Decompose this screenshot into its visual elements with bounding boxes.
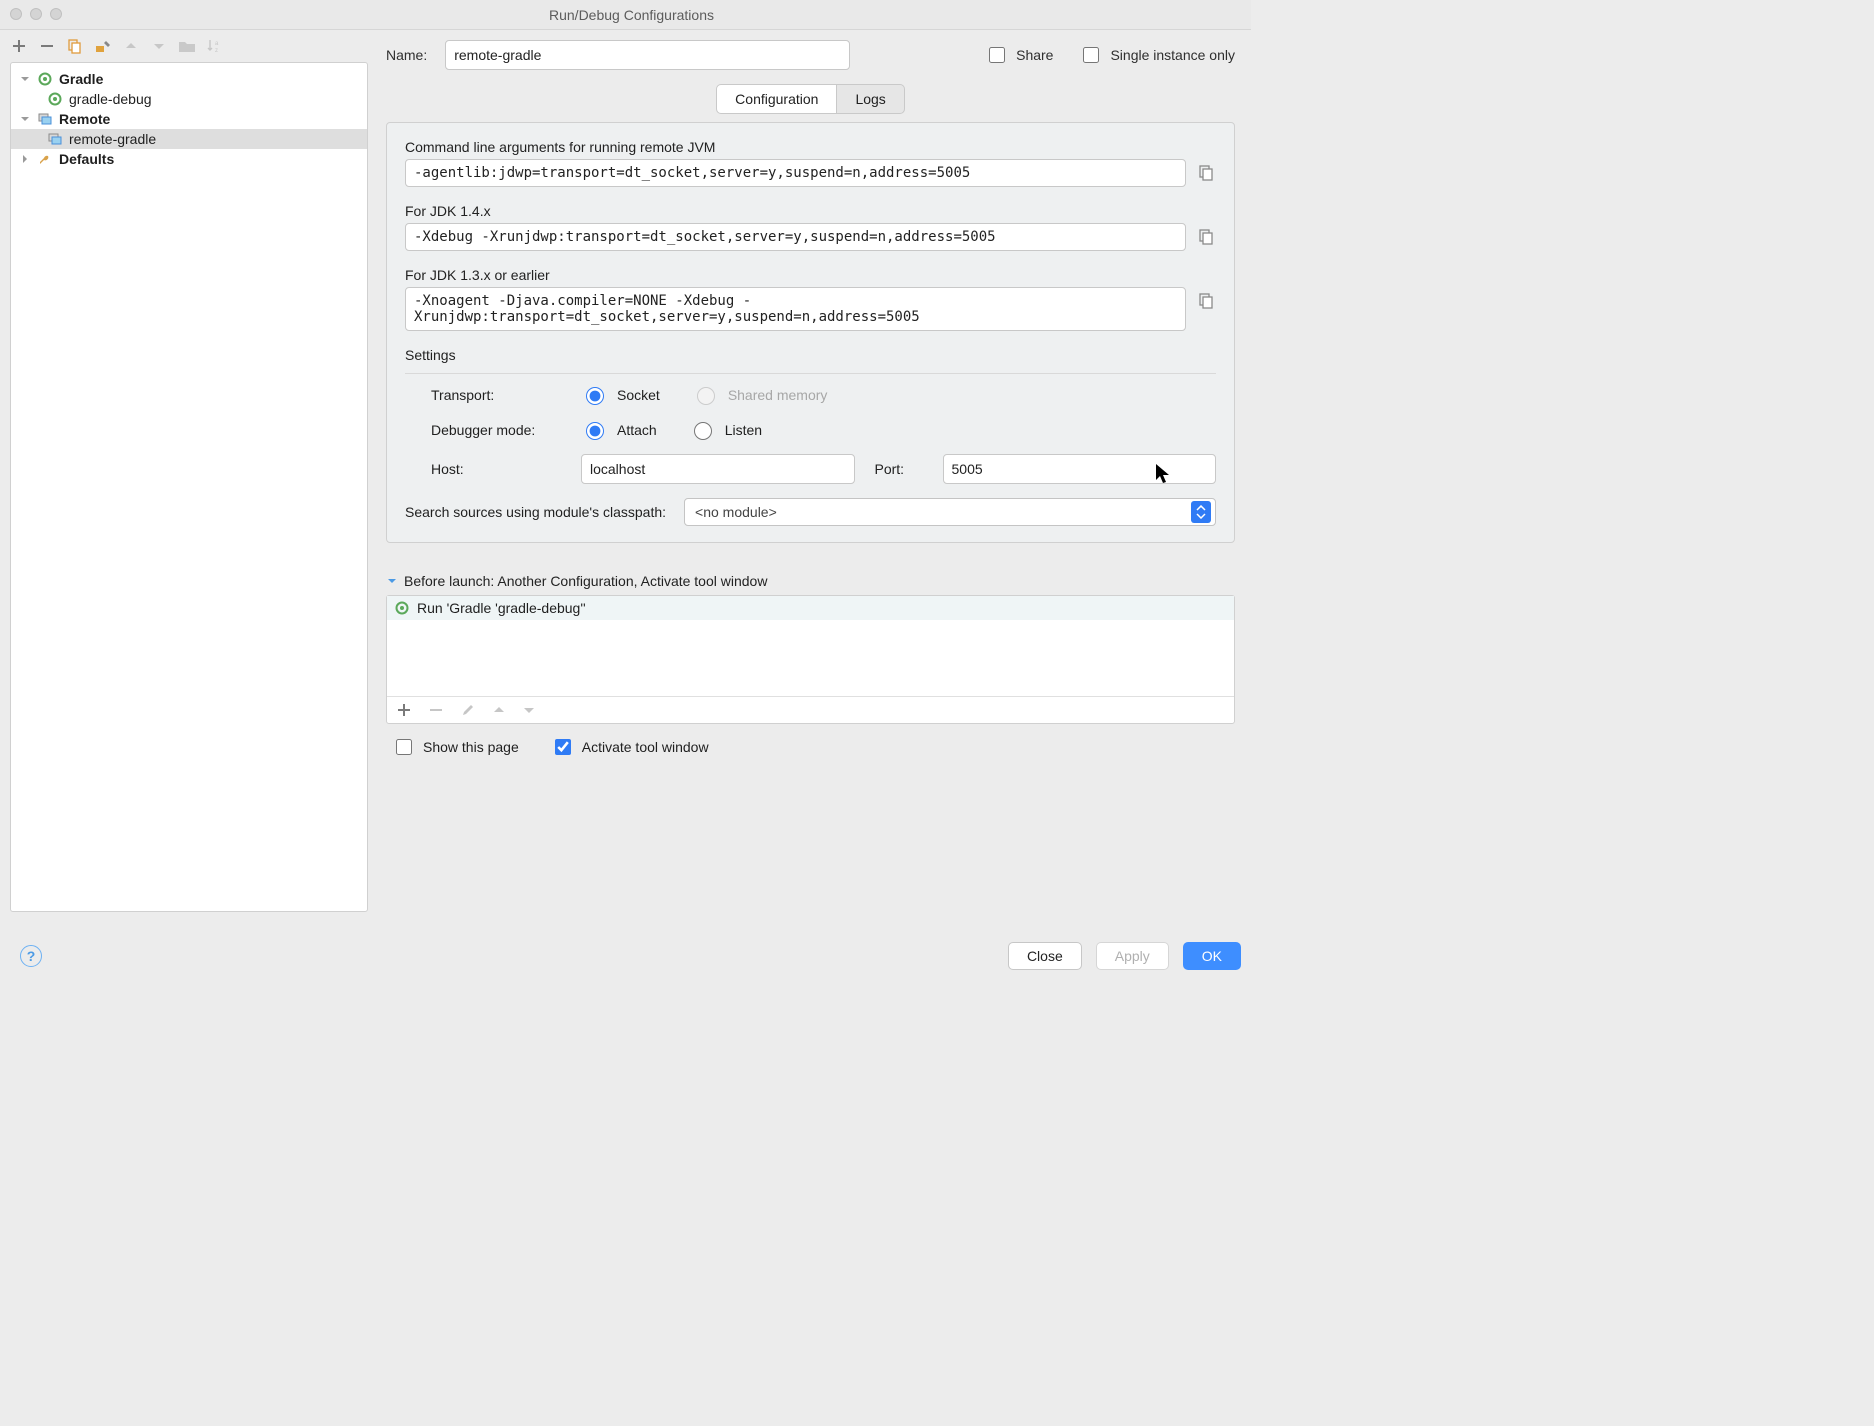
debugger-mode-attach-label: Attach xyxy=(617,422,657,438)
share-checkbox[interactable] xyxy=(989,47,1005,63)
debugger-mode-listen-label: Listen xyxy=(725,422,762,438)
jdk14-label: For JDK 1.4.x xyxy=(405,203,1216,219)
gradle-icon xyxy=(47,91,63,107)
traffic-lights[interactable] xyxy=(10,8,62,20)
port-input[interactable] xyxy=(943,454,1217,484)
share-label: Share xyxy=(1016,47,1053,63)
transport-socket-radio[interactable] xyxy=(586,387,604,405)
traffic-zoom[interactable] xyxy=(50,8,62,20)
jdk14-field[interactable]: -Xdebug -Xrunjdwp:transport=dt_socket,se… xyxy=(405,223,1186,251)
tree-remote-gradle[interactable]: remote-gradle xyxy=(11,129,367,149)
chevron-right-icon[interactable] xyxy=(19,153,31,165)
transport-shared-memory-radio xyxy=(697,387,715,405)
bl-remove-button[interactable] xyxy=(429,703,443,717)
args-field[interactable]: -agentlib:jdwp=transport=dt_socket,serve… xyxy=(405,159,1186,187)
copy-icon[interactable] xyxy=(1198,165,1216,183)
traffic-minimize[interactable] xyxy=(30,8,42,20)
tree-gradle-label: Gradle xyxy=(59,71,103,87)
name-label: Name: xyxy=(386,47,427,63)
tree-defaults-label: Defaults xyxy=(59,151,114,167)
before-launch-item-label: Run 'Gradle 'gradle-debug'' xyxy=(417,600,586,616)
apply-button[interactable]: Apply xyxy=(1096,942,1169,970)
remove-config-button[interactable] xyxy=(38,37,56,55)
tab-bar: Configuration Logs xyxy=(386,84,1235,114)
single-instance-label: Single instance only xyxy=(1110,47,1235,63)
chevron-down-icon[interactable] xyxy=(19,73,31,85)
before-launch-header: Before launch: Another Configuration, Ac… xyxy=(404,573,767,589)
copy-icon[interactable] xyxy=(1198,229,1216,247)
traffic-close[interactable] xyxy=(10,8,22,20)
tree-gradle-debug-label: gradle-debug xyxy=(69,91,152,107)
module-select[interactable]: <no module> xyxy=(684,498,1216,526)
close-button[interactable]: Close xyxy=(1008,942,1082,970)
help-button[interactable]: ? xyxy=(20,945,42,967)
before-launch-toolbar xyxy=(387,696,1234,723)
jdk13-field[interactable]: -Xnoagent -Djava.compiler=NONE -Xdebug -… xyxy=(405,287,1186,331)
args-label: Command line arguments for running remot… xyxy=(405,139,1216,155)
remote-icon xyxy=(37,111,53,127)
before-launch-disclosure[interactable] xyxy=(386,575,398,587)
svg-text:z: z xyxy=(215,48,218,54)
show-this-page-checkbox[interactable] xyxy=(396,739,412,755)
debugger-mode-label: Debugger mode: xyxy=(431,422,581,438)
tab-logs[interactable]: Logs xyxy=(837,84,904,114)
copy-icon[interactable] xyxy=(1198,293,1216,311)
save-config-button[interactable] xyxy=(94,37,112,55)
module-select-value: <no module> xyxy=(695,504,777,520)
bl-edit-button[interactable] xyxy=(461,703,475,717)
configuration-panel: Command line arguments for running remot… xyxy=(386,122,1235,543)
transport-shared-memory-label: Shared memory xyxy=(728,387,828,403)
move-up-button[interactable] xyxy=(122,37,140,55)
bl-up-button[interactable] xyxy=(493,704,505,716)
name-input[interactable] xyxy=(445,40,850,70)
single-instance-checkbox[interactable] xyxy=(1083,47,1099,63)
tree-defaults[interactable]: Defaults xyxy=(11,149,367,169)
tree-remote-label: Remote xyxy=(59,111,110,127)
module-label: Search sources using module's classpath: xyxy=(405,504,666,520)
bl-add-button[interactable] xyxy=(397,703,411,717)
before-launch-list[interactable]: Run 'Gradle 'gradle-debug'' xyxy=(386,595,1235,724)
divider xyxy=(405,373,1216,374)
config-tree[interactable]: Gradle gradle-debug Remote remote-gradle xyxy=(11,63,367,175)
host-input[interactable] xyxy=(581,454,855,484)
show-this-page-label: Show this page xyxy=(423,739,519,755)
folder-button[interactable] xyxy=(178,37,196,55)
tree-gradle-debug[interactable]: gradle-debug xyxy=(11,89,367,109)
tree-gradle[interactable]: Gradle xyxy=(11,69,367,89)
settings-title: Settings xyxy=(405,347,1216,363)
port-label: Port: xyxy=(875,461,923,477)
title-bar: Run/Debug Configurations xyxy=(0,0,1251,30)
ok-button[interactable]: OK xyxy=(1183,942,1241,970)
before-launch-item[interactable]: Run 'Gradle 'gradle-debug'' xyxy=(387,596,1234,620)
remote-icon xyxy=(47,131,63,147)
debugger-mode-attach-radio[interactable] xyxy=(586,422,604,440)
gradle-icon xyxy=(37,71,53,87)
tree-remote-gradle-label: remote-gradle xyxy=(69,131,156,147)
move-down-button[interactable] xyxy=(150,37,168,55)
transport-label: Transport: xyxy=(431,387,581,403)
activate-tool-window-label: Activate tool window xyxy=(582,739,709,755)
chevron-updown-icon xyxy=(1191,501,1211,523)
tab-configuration[interactable]: Configuration xyxy=(716,84,837,114)
copy-config-button[interactable] xyxy=(66,37,84,55)
window-title: Run/Debug Configurations xyxy=(12,7,1251,23)
activate-tool-window-checkbox[interactable] xyxy=(555,739,571,755)
svg-text:a: a xyxy=(215,41,219,47)
jdk13-label: For JDK 1.3.x or earlier xyxy=(405,267,1216,283)
tree-remote[interactable]: Remote xyxy=(11,109,367,129)
tree-toolbar: az xyxy=(0,30,378,62)
bl-down-button[interactable] xyxy=(523,704,535,716)
host-label: Host: xyxy=(431,461,581,477)
add-config-button[interactable] xyxy=(10,37,28,55)
wrench-icon xyxy=(37,151,53,167)
gradle-icon xyxy=(395,601,409,615)
transport-socket-label: Socket xyxy=(617,387,660,403)
chevron-down-icon[interactable] xyxy=(19,113,31,125)
sort-az-button[interactable]: az xyxy=(206,37,224,55)
debugger-mode-listen-radio[interactable] xyxy=(694,422,712,440)
